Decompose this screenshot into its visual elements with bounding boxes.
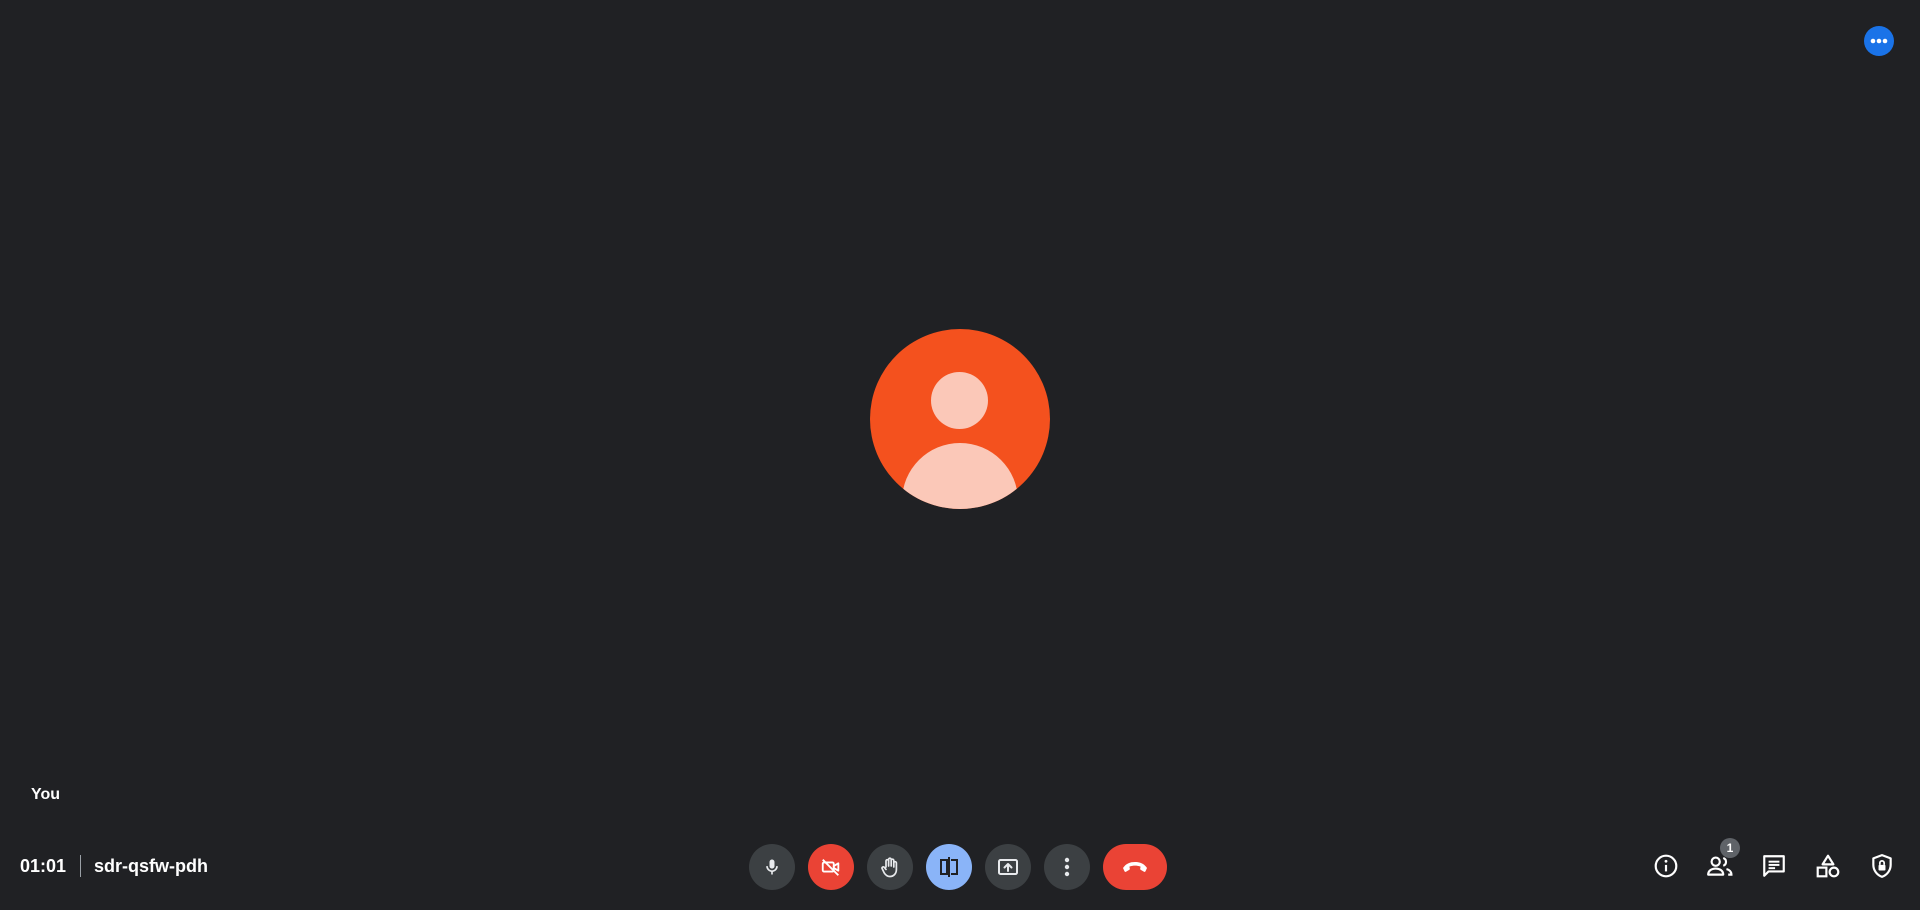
info-icon	[1654, 854, 1678, 878]
mic-icon	[766, 859, 778, 875]
shield-lock-icon	[1872, 854, 1892, 878]
meeting-stage: You 01:01 sdr-qsfw-pdh 1	[0, 0, 1920, 910]
hand-icon	[881, 857, 898, 878]
videocam-off-icon	[821, 859, 840, 876]
more-vertical-icon	[1064, 857, 1070, 877]
meeting-info: 01:01 sdr-qsfw-pdh	[20, 840, 208, 892]
raise-hand-button[interactable]	[867, 844, 913, 890]
present-button[interactable]	[985, 844, 1031, 890]
participant-avatar	[870, 329, 1050, 509]
more-horizontal-icon	[1870, 38, 1888, 44]
more-options-button[interactable]	[1044, 844, 1090, 890]
host-controls-button[interactable]	[1862, 846, 1902, 886]
camera-button[interactable]	[808, 844, 854, 890]
companion-icon	[940, 857, 958, 877]
call-controls	[749, 844, 1167, 890]
chat-button[interactable]	[1754, 846, 1794, 886]
meeting-info-divider	[80, 855, 82, 877]
bottom-control-bar: 01:01 sdr-qsfw-pdh 1	[0, 838, 1920, 892]
meeting-details-button[interactable]	[1646, 846, 1686, 886]
avatar-body	[902, 443, 1018, 509]
side-panel-buttons: 1	[1632, 838, 1902, 892]
more-options-top-button[interactable]	[1864, 26, 1894, 56]
present-screen-icon	[998, 859, 1018, 875]
call-end-icon	[1123, 862, 1147, 872]
activities-button[interactable]	[1808, 846, 1848, 886]
leave-call-button[interactable]	[1103, 844, 1167, 890]
people-button[interactable]: 1	[1700, 838, 1740, 886]
microphone-button[interactable]	[749, 844, 795, 890]
companion-mode-button[interactable]	[926, 844, 972, 890]
meeting-code: sdr-qsfw-pdh	[94, 855, 209, 876]
meeting-time: 01:01	[20, 855, 67, 876]
chat-icon	[1763, 855, 1785, 877]
participant-name-label: You	[31, 786, 61, 803]
activities-icon	[1816, 854, 1840, 878]
avatar-head	[931, 372, 988, 429]
participant-count-badge: 1	[1720, 838, 1740, 858]
